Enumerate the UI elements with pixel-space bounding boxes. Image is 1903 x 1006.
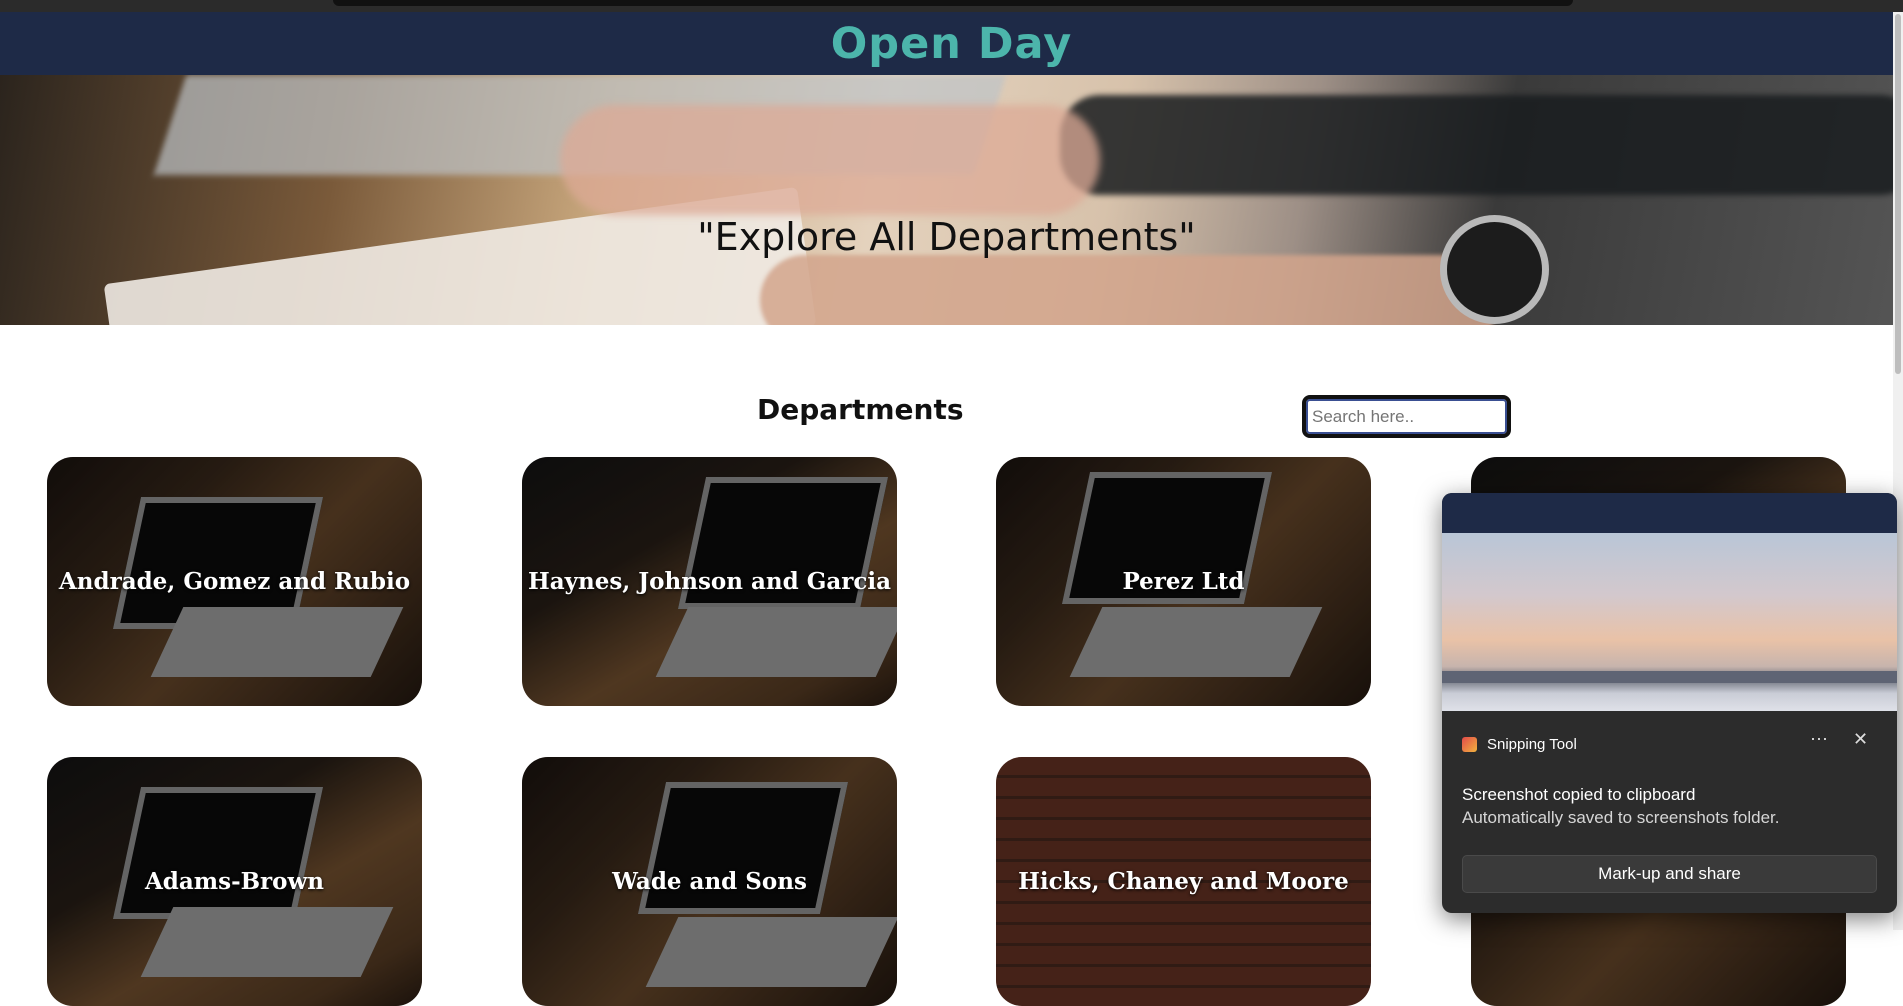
department-name: Andrade, Gomez and Rubio bbox=[58, 568, 411, 595]
preview-skyline bbox=[1442, 671, 1897, 683]
department-name: Haynes, Johnson and Garcia bbox=[527, 568, 892, 595]
hero-banner: "Explore All Departments" bbox=[0, 75, 1903, 325]
screenshot-preview-header bbox=[1442, 493, 1897, 533]
notification-detail: Automatically saved to screenshots folde… bbox=[1462, 808, 1780, 827]
scrollbar-thumb[interactable] bbox=[1895, 14, 1901, 374]
search-input[interactable] bbox=[1302, 395, 1511, 438]
hero-hand-image bbox=[560, 105, 1100, 215]
notification-message: Screenshot copied to clipboard bbox=[1462, 785, 1696, 804]
department-card[interactable]: Wade and Sons bbox=[522, 757, 897, 1006]
hero-hand-image-2 bbox=[760, 255, 1500, 325]
department-name: Adams-Brown bbox=[144, 868, 325, 895]
departments-heading: Departments bbox=[757, 393, 964, 426]
department-card[interactable]: Adams-Brown bbox=[47, 757, 422, 1006]
department-card[interactable]: Perez Ltd bbox=[996, 457, 1371, 706]
browser-bar bbox=[333, 0, 1573, 6]
more-icon[interactable]: ⋯ bbox=[1810, 729, 1828, 750]
notification-app: Snipping Tool bbox=[1462, 736, 1577, 753]
snipping-tool-icon bbox=[1462, 737, 1477, 752]
browser-top-strip bbox=[0, 0, 1903, 12]
department-card[interactable]: Andrade, Gomez and Rubio bbox=[47, 457, 422, 706]
department-name: Hicks, Chaney and Moore bbox=[1018, 868, 1349, 895]
department-name: Wade and Sons bbox=[612, 868, 807, 895]
department-card[interactable]: Hicks, Chaney and Moore bbox=[996, 757, 1371, 1006]
hero-quote: "Explore All Departments" bbox=[697, 215, 1196, 259]
screenshot-preview[interactable] bbox=[1442, 533, 1897, 711]
notification-app-name: Snipping Tool bbox=[1487, 736, 1577, 753]
close-icon[interactable]: ✕ bbox=[1853, 729, 1868, 750]
hero-arm-image bbox=[1060, 95, 1903, 195]
department-name: Perez Ltd bbox=[1122, 568, 1245, 595]
department-card[interactable]: Haynes, Johnson and Garcia bbox=[522, 457, 897, 706]
site-title: Open Day bbox=[830, 18, 1073, 69]
mark-up-and-share-button[interactable]: Mark-up and share bbox=[1462, 855, 1877, 893]
snipping-tool-notification[interactable]: Snipping Tool ⋯ ✕ Screenshot copied to c… bbox=[1442, 493, 1897, 913]
site-header: Open Day bbox=[0, 12, 1903, 75]
